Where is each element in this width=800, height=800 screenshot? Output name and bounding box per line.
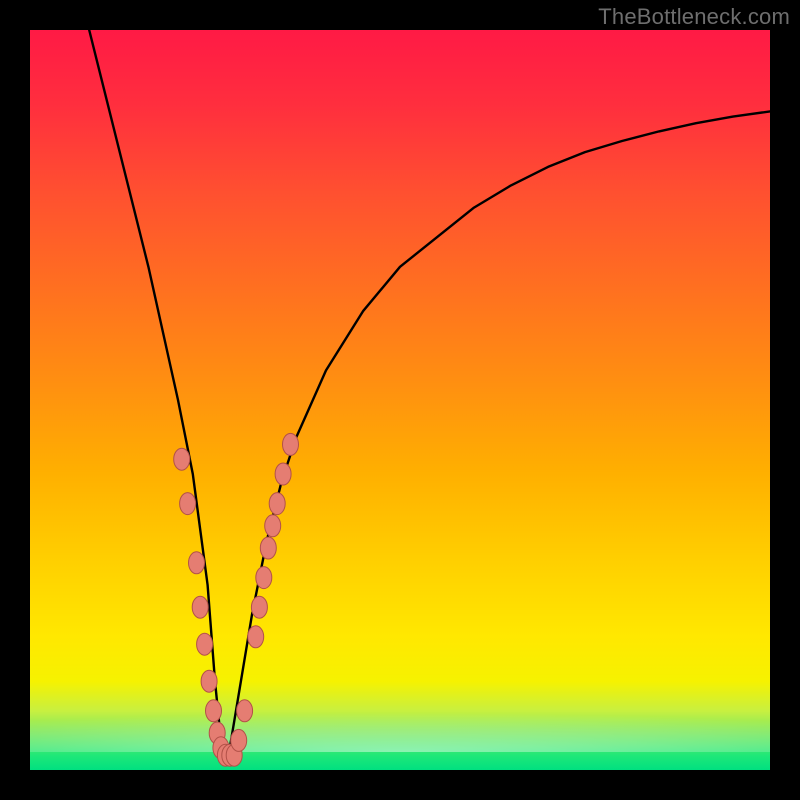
curve-layer [30, 30, 770, 770]
curve-marker [248, 626, 264, 648]
curve-marker [237, 700, 253, 722]
chart-frame: TheBottleneck.com [0, 0, 800, 800]
curve-marker [180, 493, 196, 515]
curve-marker [265, 515, 281, 537]
curve-marker [269, 493, 285, 515]
curve-marker [251, 596, 267, 618]
curve-marker [275, 463, 291, 485]
curve-marker [189, 552, 205, 574]
bottleneck-curve [89, 30, 770, 755]
curve-marker [231, 729, 247, 751]
curve-marker [192, 596, 208, 618]
watermark-text: TheBottleneck.com [598, 4, 790, 30]
curve-marker [283, 433, 299, 455]
curve-marker [201, 670, 217, 692]
curve-marker [197, 633, 213, 655]
curve-marker [260, 537, 276, 559]
curve-marker [206, 700, 222, 722]
curve-marker [256, 567, 272, 589]
plot-area [30, 30, 770, 770]
curve-marker [174, 448, 190, 470]
